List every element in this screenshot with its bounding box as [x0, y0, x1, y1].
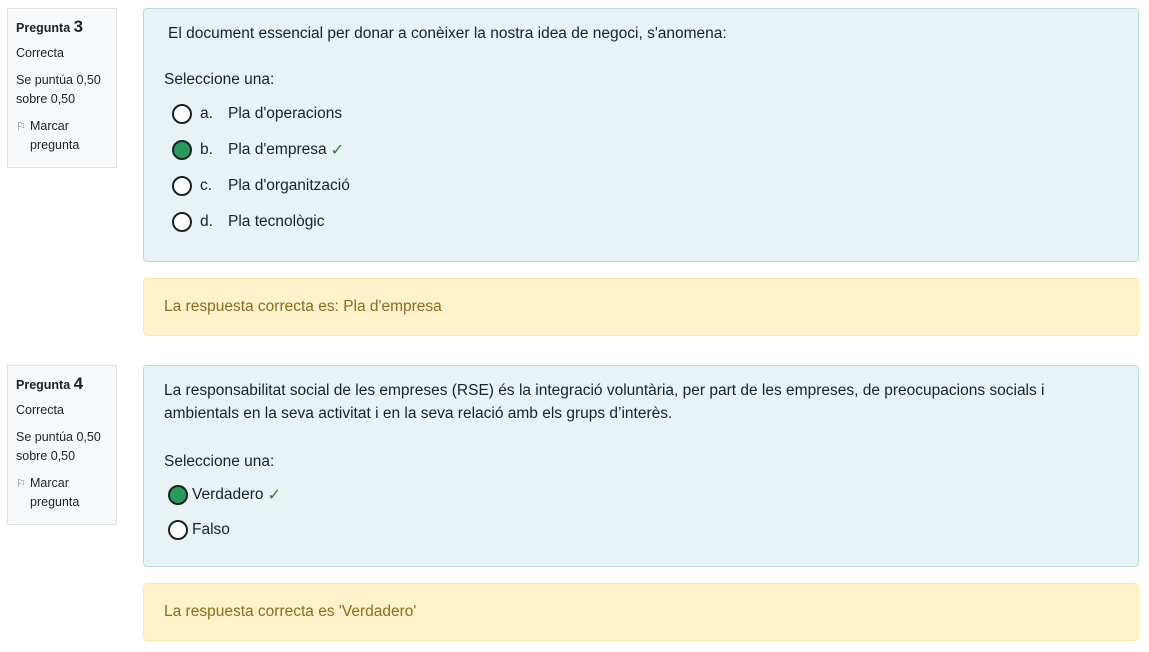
question-grade: Se puntúa 0,50 sobre 0,50	[16, 430, 101, 463]
flag-question-label: Marcar pregunta	[30, 119, 80, 152]
radio-button-selected[interactable]	[168, 485, 188, 505]
correct-answer-text: La respuesta correcta es: Pla d'empresa	[164, 298, 442, 315]
feedback-box: La respuesta correcta es 'Verdadero'	[143, 583, 1139, 641]
question-content-4: La responsabilitat social de les emprese…	[143, 365, 1139, 567]
answer-option[interactable]: b. Pla d'empresa ✓	[172, 138, 344, 162]
option-label: Falso	[192, 521, 230, 538]
flag-question-label: Marcar pregunta	[30, 476, 80, 509]
question-state: Correcta	[16, 46, 64, 60]
question-number: Pregunta 3	[16, 17, 84, 36]
answer-option[interactable]: Verdadero ✓	[168, 483, 281, 507]
answer-option[interactable]: d. Pla tecnològic	[172, 210, 325, 234]
option-label: Pla d'organització	[228, 177, 350, 194]
answer-prompt: Seleccione una:	[164, 453, 275, 470]
answer-option[interactable]: a. Pla d'operacions	[172, 102, 342, 126]
question-grade: Se puntúa 0,50 sobre 0,50	[16, 73, 101, 106]
question-text: La responsabilitat social de les emprese…	[164, 382, 1045, 422]
option-label: Pla d'operacions	[228, 105, 343, 122]
radio-button-selected[interactable]	[172, 140, 192, 160]
question-info-3: Pregunta 3 Correcta Se puntúa 0,50 sobre…	[7, 8, 117, 168]
flag-question-link[interactable]: ⚐ Marcar pregunta	[16, 474, 108, 512]
question-state: Correcta	[16, 403, 64, 417]
answer-option[interactable]: c. Pla d'organització	[172, 174, 350, 198]
radio-button[interactable]	[172, 104, 192, 124]
option-label: Verdadero	[192, 486, 264, 503]
check-icon: ✓	[267, 487, 281, 504]
question-text: El document essencial per donar a conèix…	[168, 25, 727, 42]
radio-button[interactable]	[172, 212, 192, 232]
flag-icon: ⚐	[16, 121, 26, 133]
question-content-3: El document essencial per donar a conèix…	[143, 8, 1139, 262]
option-label: Pla tecnològic	[228, 213, 325, 230]
option-label: Pla d'empresa	[228, 141, 327, 158]
answer-option[interactable]: Falso	[168, 518, 230, 542]
flag-icon: ⚐	[16, 478, 26, 490]
flag-question-link[interactable]: ⚐ Marcar pregunta	[16, 117, 108, 155]
correct-answer-text: La respuesta correcta es 'Verdadero'	[164, 603, 417, 620]
question-number: Pregunta 4	[16, 374, 84, 393]
radio-button[interactable]	[168, 520, 188, 540]
radio-button[interactable]	[172, 176, 192, 196]
check-icon: ✓	[330, 142, 344, 159]
answer-prompt: Seleccione una:	[164, 71, 275, 88]
feedback-box: La respuesta correcta es: Pla d'empresa	[143, 278, 1139, 336]
question-info-4: Pregunta 4 Correcta Se puntúa 0,50 sobre…	[7, 365, 117, 525]
